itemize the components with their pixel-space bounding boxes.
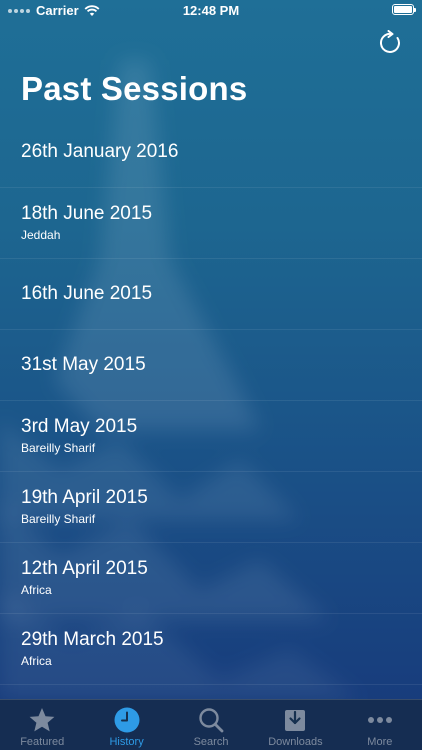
- session-date: 29th March 2015: [21, 629, 164, 650]
- search-icon: [199, 708, 224, 733]
- tab-bar: Featured History Search Downloads More: [0, 699, 422, 750]
- list-item[interactable]: 3rd May 2015 Bareilly Sharif: [0, 401, 422, 472]
- sessions-list: 26th January 2016 18th June 2015 Jeddah …: [0, 117, 422, 685]
- list-item[interactable]: 26th January 2016: [0, 117, 422, 188]
- tab-more[interactable]: More: [338, 700, 422, 750]
- session-location: Bareilly Sharif: [21, 441, 96, 455]
- more-icon: [367, 717, 392, 723]
- refresh-icon[interactable]: [378, 30, 404, 56]
- download-icon: [285, 710, 306, 731]
- tab-label: Featured: [20, 736, 65, 748]
- tab-downloads[interactable]: Downloads: [253, 700, 337, 750]
- session-date: 12th April 2015: [21, 558, 148, 579]
- session-location: Jeddah: [21, 228, 61, 242]
- tab-history[interactable]: History: [84, 700, 168, 750]
- list-item[interactable]: 16th June 2015: [0, 259, 422, 330]
- page-title: Past Sessions: [21, 70, 248, 107]
- session-location: Bareilly Sharif: [21, 512, 96, 526]
- tab-label: Downloads: [268, 736, 323, 748]
- list-item[interactable]: 31st May 2015: [0, 330, 422, 401]
- clock-icon: [114, 707, 140, 733]
- tab-label: Search: [193, 736, 229, 748]
- session-date: 31st May 2015: [21, 354, 146, 375]
- list-item[interactable]: 19th April 2015 Bareilly Sharif: [0, 472, 422, 543]
- list-item[interactable]: 29th March 2015 Africa: [0, 614, 422, 685]
- star-icon: [29, 708, 55, 732]
- tab-featured[interactable]: Featured: [0, 700, 84, 750]
- tab-label: History: [109, 736, 144, 748]
- session-location: Africa: [21, 654, 52, 668]
- battery-icon: [392, 4, 416, 15]
- status-time: 12:48 PM: [182, 3, 240, 18]
- session-date: 19th April 2015: [21, 487, 148, 508]
- session-date: 3rd May 2015: [21, 416, 138, 437]
- session-date: 26th January 2016: [21, 141, 179, 162]
- list-item[interactable]: 12th April 2015 Africa: [0, 543, 422, 614]
- list-item[interactable]: 18th June 2015 Jeddah: [0, 188, 422, 259]
- status-bar: Carrier 12:48 PM: [0, 0, 422, 22]
- session-date: 18th June 2015: [21, 203, 153, 224]
- tab-label: More: [367, 736, 393, 748]
- session-date: 16th June 2015: [21, 283, 153, 304]
- session-location: Africa: [21, 583, 52, 597]
- tab-search[interactable]: Search: [169, 700, 253, 750]
